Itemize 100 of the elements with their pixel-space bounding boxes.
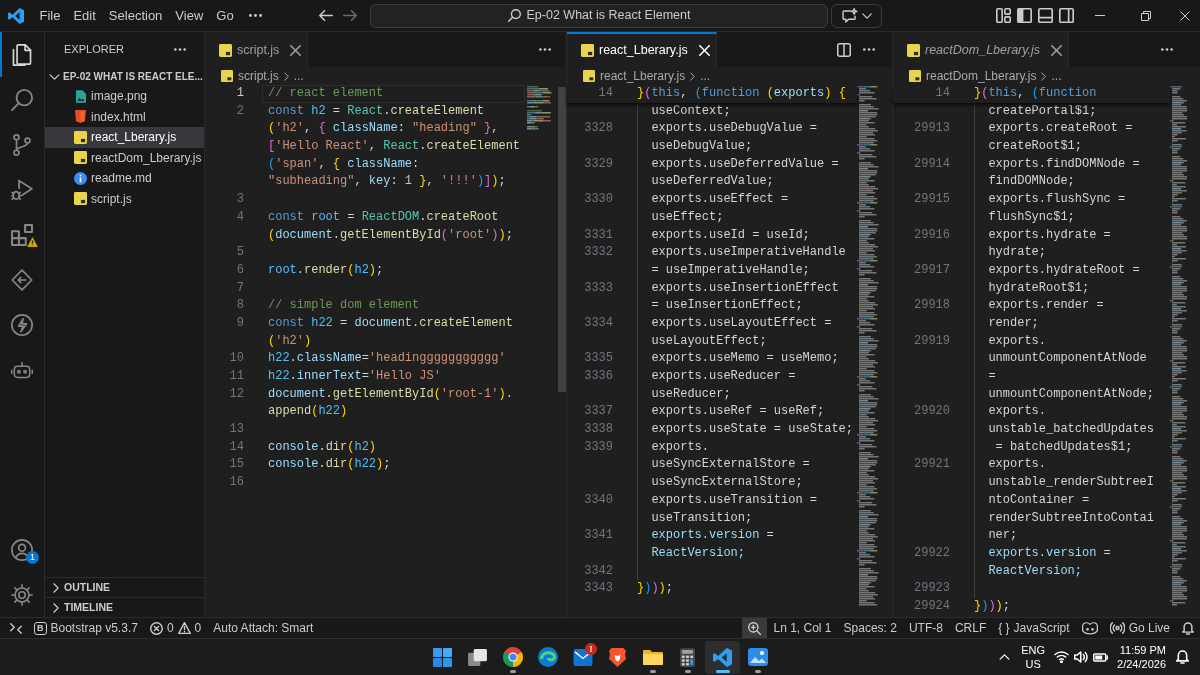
breadcrumb-item[interactable]: react_Lberary.js <box>583 67 686 85</box>
breadcrumb-item[interactable]: ... <box>293 67 304 85</box>
tree-item[interactable]: readme.md <box>45 168 204 189</box>
js-file-icon <box>583 70 595 82</box>
chevron-right-icon <box>1041 71 1047 81</box>
close-icon[interactable] <box>290 45 302 56</box>
status-item[interactable]: 0 0 <box>143 618 208 638</box>
bottom-panel-icon[interactable] <box>1038 8 1053 23</box>
code-line: exports.flushSync = flushSync$1; <box>988 191 1126 226</box>
status-item[interactable]: B Bootstrap v5.3.7 <box>28 618 144 638</box>
code-line: useContext; <box>651 102 731 120</box>
editor-tab[interactable]: reactDom_Lberary.js <box>893 32 1070 67</box>
more-icon[interactable] <box>249 14 263 17</box>
arrow-right-icon[interactable] <box>343 10 357 21</box>
menu-item[interactable]: Go <box>209 3 241 28</box>
line-number: 6 <box>236 261 244 279</box>
status-item[interactable]: CRLF <box>948 618 993 638</box>
bell-icon[interactable] <box>1175 650 1189 664</box>
line-number: 3336 <box>584 368 613 385</box>
line-number: 1 <box>236 85 244 102</box>
code-line: exports. unstable_renderSubtreeI ntoContainer = renderSubtreeIntoContai ner; <box>988 456 1155 545</box>
right-panel-icon[interactable] <box>1059 8 1074 23</box>
more-icon[interactable] <box>863 48 875 51</box>
breadcrumb-item[interactable]: reactDom_Lberary.js <box>909 67 1037 85</box>
tree-item[interactable]: react_Lberary.js <box>45 127 204 148</box>
editor-tab[interactable]: script.js <box>205 32 309 67</box>
tree-item[interactable]: index.html <box>45 106 204 127</box>
menu-item[interactable]: Selection <box>102 3 169 28</box>
image-file-icon <box>75 89 86 103</box>
code-line: // simple dom element <box>268 297 420 315</box>
line-number: 29923 <box>914 580 950 598</box>
breadcrumb-item[interactable]: script.js <box>221 67 279 85</box>
menu-item[interactable]: Edit <box>66 3 103 28</box>
status-item[interactable]: Go Live <box>1103 618 1176 638</box>
close-icon[interactable] <box>1051 45 1063 56</box>
line-number: 3334 <box>584 314 613 332</box>
tree-item[interactable]: image.png <box>45 86 204 107</box>
command-center[interactable]: Ep-02 What is React Element <box>370 3 828 28</box>
tree-item[interactable]: reactDom_Lberary.js <box>45 147 204 168</box>
line-number: 29915 <box>914 191 950 209</box>
chat-sparkle-icon <box>841 8 858 23</box>
shield-icon <box>75 110 86 124</box>
status-item[interactable]: UTF-8 <box>902 618 949 638</box>
code-line: exports.useState = useState; <box>651 421 854 439</box>
line-number: 29924 <box>914 597 950 615</box>
minimap-drawing[interactable] <box>857 86 881 606</box>
folder-item[interactable]: EP-02 WHAT IS REACT ELE... <box>45 67 204 86</box>
status-item[interactable]: Ln 1, Col 1 <box>767 618 838 638</box>
code-line: const h2 = React.createElement ('h2', { className: "heading" }, ['Hello React', React.createElement ('span', { className: "subheading", key: 1 }, '!!!')]); <box>268 102 521 191</box>
line-number: 3328 <box>584 120 613 138</box>
code-line: exports.hydrate = hydrate; <box>988 226 1111 262</box>
line-number: 3333 <box>584 279 613 297</box>
code-line: exports.useMemo = useMemo; <box>651 350 839 368</box>
restore-icon[interactable] <box>1141 10 1151 21</box>
line-number: 14 <box>229 438 244 456</box>
status-item[interactable]: Spaces: 2 <box>837 618 903 638</box>
activity-bar-item[interactable]: 1 <box>0 527 44 572</box>
breadcrumb-item[interactable]: ... <box>1051 67 1062 85</box>
minimap-drawing[interactable] <box>1170 86 1187 606</box>
search-icon <box>507 9 521 22</box>
status-item[interactable]: Auto Attach: Smart <box>207 618 320 638</box>
status-item[interactable]: { } JavaScript <box>992 618 1076 638</box>
line-number: 29914 <box>914 155 950 173</box>
layout-grid-icon[interactable] <box>996 8 1011 23</box>
line-number: 29916 <box>914 226 950 244</box>
chevron-up-icon[interactable] <box>998 654 1010 660</box>
code-line: h22.className='headinggggggggggg' <box>268 350 506 368</box>
line-number: 29917 <box>914 261 950 279</box>
app-logo-icon <box>713 647 732 667</box>
chat-button[interactable] <box>831 3 882 28</box>
editor-tab[interactable]: react_Lberary.js <box>567 32 717 67</box>
left-panel-icon[interactable] <box>1017 8 1032 23</box>
code-line: exports.hydrateRoot = hydrateRoot$1; <box>988 261 1140 297</box>
js-file-icon <box>74 192 87 206</box>
line-number: 3341 <box>584 527 613 545</box>
clock-button[interactable]: 11:59 PM 2/24/2026 <box>1113 639 1170 675</box>
speaker-icon <box>1074 651 1089 663</box>
menu-item[interactable]: View <box>168 3 210 28</box>
code-line: exports.version = ReactVersion; <box>651 527 774 562</box>
taskbar-button[interactable]: ! <box>565 640 600 674</box>
breadcrumb-item[interactable]: ... <box>700 67 711 85</box>
split-editor-icon[interactable] <box>837 42 851 57</box>
tree-item[interactable]: script.js <box>45 188 204 209</box>
line-number: 3340 <box>584 491 613 509</box>
bell-icon <box>1182 621 1194 635</box>
menu-item[interactable]: File <box>33 3 67 28</box>
code-line: exports.useInsertionEffect = useInsertionEffect; <box>651 279 839 315</box>
input-language-button[interactable]: ENG US <box>1017 639 1050 675</box>
status-item[interactable] <box>742 618 768 638</box>
more-icon[interactable] <box>539 48 551 51</box>
code-line: console.dir(h2) <box>268 438 377 456</box>
more-icon[interactable] <box>174 48 186 51</box>
scrollbar-thumb[interactable] <box>558 87 566 392</box>
code-line: exports.version = ReactVersion; <box>988 544 1111 580</box>
more-icon[interactable] <box>1161 48 1173 51</box>
code-line: }(this, (function (exports) { <box>637 85 846 102</box>
section-header[interactable]: OUTLINE <box>45 577 204 597</box>
close-icon[interactable] <box>1179 10 1190 21</box>
taskbar-button[interactable] <box>705 640 740 674</box>
arrow-left-icon[interactable] <box>319 10 333 21</box>
